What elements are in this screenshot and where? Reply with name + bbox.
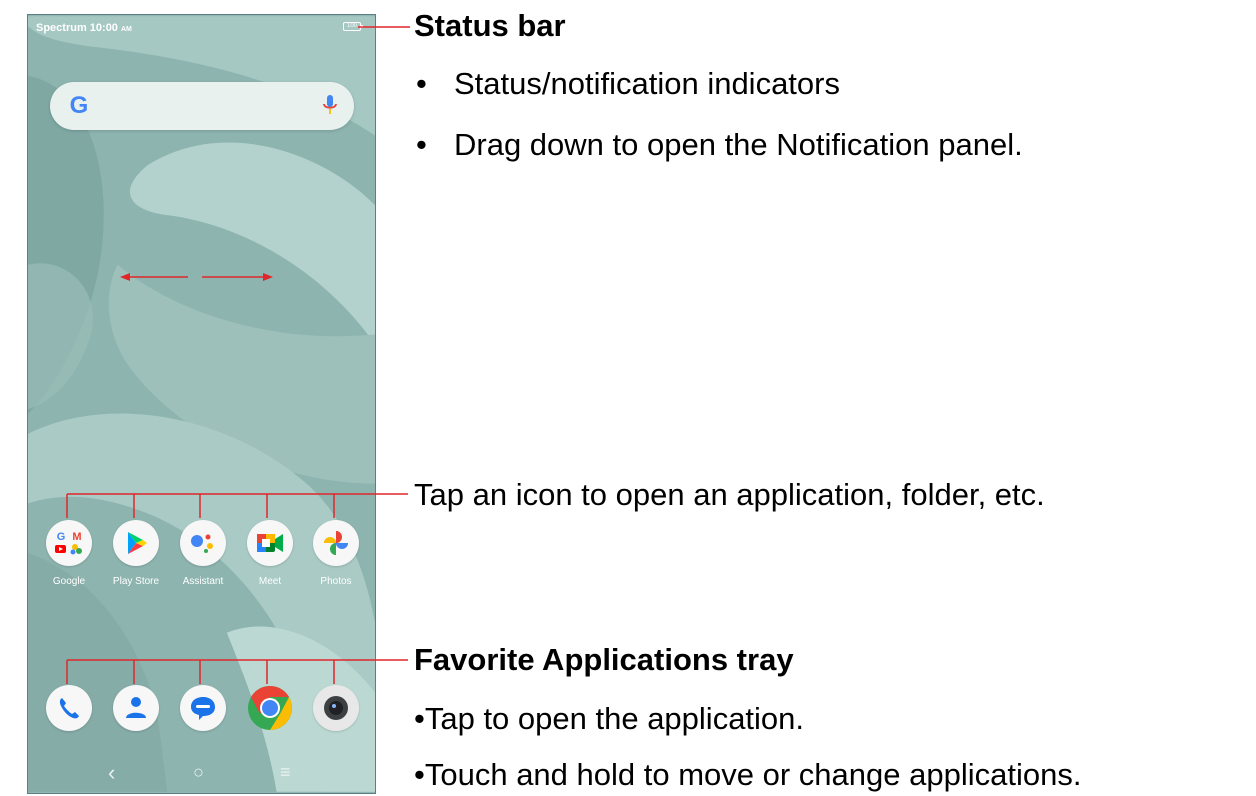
apps-annotation: Tap an icon to open an application, fold… (414, 477, 1045, 512)
favorites-bullet: •Touch and hold to move or change applic… (414, 757, 1082, 792)
status-bar-heading: Status bar (414, 8, 566, 43)
bullet-text: Drag down to open the Notification panel… (454, 127, 1023, 162)
favorites-heading: Favorite Applications tray (414, 642, 794, 677)
bullet-text: Status/notification indicators (454, 66, 840, 101)
favorites-bullet: •Tap to open the application. (414, 701, 805, 736)
status-bar-bullet: • Status/notification indicators (416, 66, 840, 101)
status-bar-bullet: • Drag down to open the Notification pane… (416, 127, 1023, 162)
